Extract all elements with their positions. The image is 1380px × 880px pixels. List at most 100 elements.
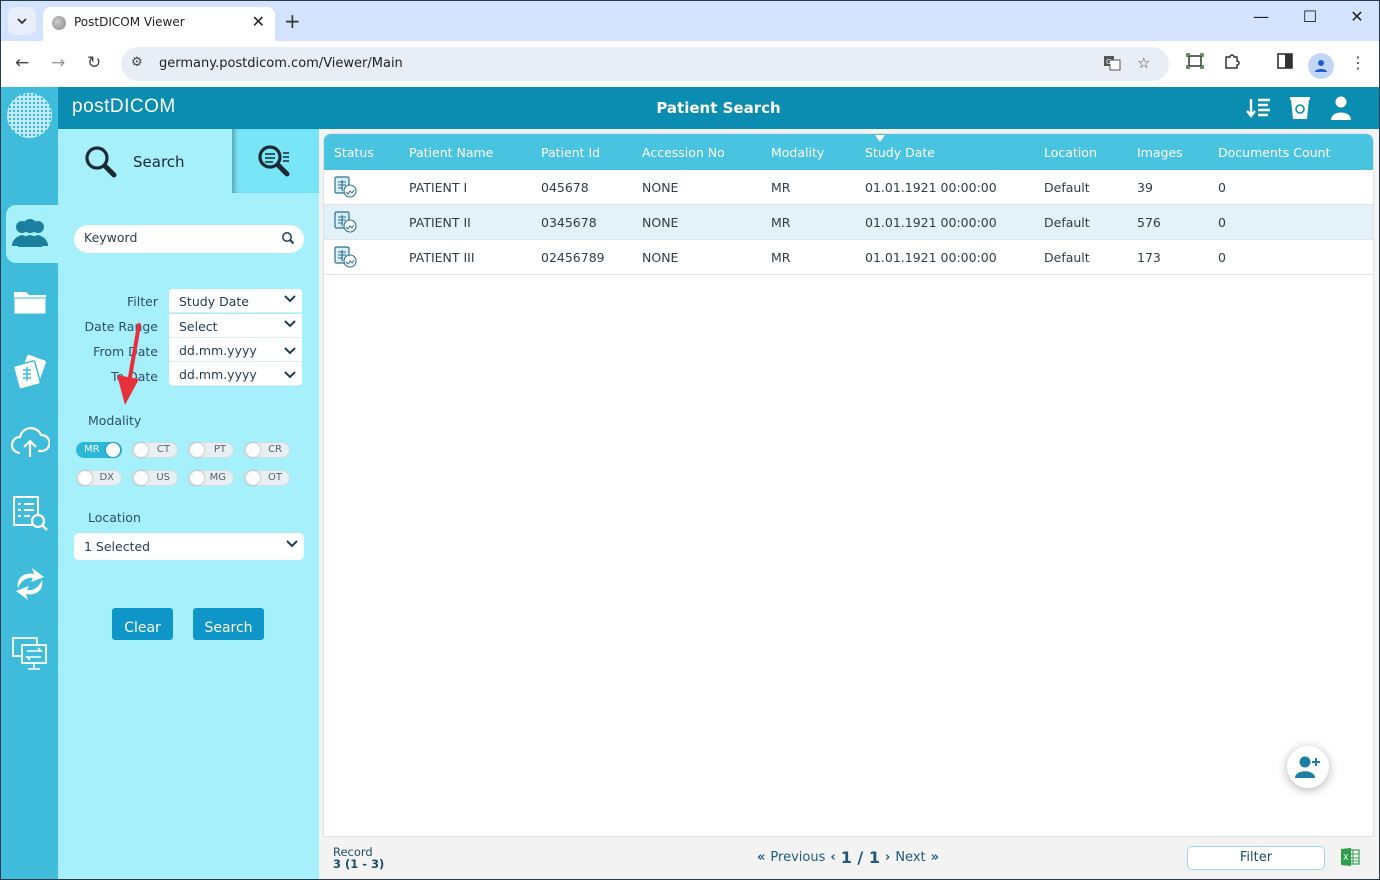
- site-info-icon[interactable]: ⚙: [131, 55, 143, 70]
- back-icon[interactable]: ←: [15, 53, 29, 73]
- col-patient-name[interactable]: Patient Name: [409, 145, 493, 160]
- maximize-icon[interactable]: ☐: [1290, 7, 1330, 26]
- filter-value: Study Date: [179, 294, 249, 309]
- monitor-transfer-icon: [12, 637, 47, 670]
- toggle-label: CR: [268, 444, 282, 455]
- to-date-label: To Date: [110, 369, 158, 384]
- screenshot-icon[interactable]: [1186, 53, 1204, 73]
- browser-toolbar: ← → ↻ ⚙ germany.postdicom.com/Viewer/Mai…: [1, 41, 1379, 87]
- tab-search-label: Search: [133, 153, 185, 171]
- cell-study-date: 01.01.1921 00:00:00: [865, 180, 997, 195]
- nav-search-list[interactable]: [9, 492, 51, 534]
- url-text[interactable]: germany.postdicom.com/Viewer/Main: [159, 56, 403, 71]
- search-button[interactable]: Search: [193, 608, 264, 640]
- to-date-input[interactable]: dd.mm.yyyy: [169, 362, 302, 386]
- results-area: Status Patient Name Patient Id Accession…: [319, 129, 1379, 879]
- tab-search-icon[interactable]: [8, 7, 36, 35]
- cell-documents-count: 0: [1218, 180, 1226, 195]
- close-icon[interactable]: ✕: [1337, 7, 1377, 26]
- modality-toggle-ot[interactable]: OT: [244, 470, 290, 486]
- modality-toggle-pt[interactable]: PT: [188, 442, 234, 458]
- modality-toggle-mr[interactable]: MR: [76, 442, 122, 458]
- chevron-down-icon: [286, 540, 298, 548]
- location-select[interactable]: 1 Selected: [74, 533, 304, 560]
- cards-icon: [12, 354, 46, 390]
- filter-button[interactable]: Filter: [1187, 846, 1325, 870]
- previous-link[interactable]: Previous: [770, 850, 825, 865]
- address-bar[interactable]: ⚙ germany.postdicom.com/Viewer/Main G ☆: [121, 47, 1169, 81]
- modality-toggle-ct[interactable]: CT: [132, 442, 178, 458]
- add-user-icon: [1295, 756, 1320, 778]
- excel-export-icon[interactable]: X: [1340, 847, 1360, 871]
- last-page-icon[interactable]: »: [931, 850, 939, 865]
- tab-search[interactable]: Search: [58, 129, 232, 193]
- new-tab-icon[interactable]: +: [284, 9, 301, 33]
- first-page-icon[interactable]: «: [757, 850, 765, 865]
- col-images[interactable]: Images: [1137, 145, 1183, 160]
- modality-toggle-cr[interactable]: CR: [244, 442, 290, 458]
- clear-button[interactable]: Clear: [112, 608, 173, 640]
- side-panel-icon[interactable]: [1277, 53, 1293, 73]
- col-status[interactable]: Status: [334, 145, 374, 160]
- keyword-search-field[interactable]: [74, 225, 304, 253]
- nav-upload[interactable]: [9, 421, 51, 463]
- add-patient-button[interactable]: [1287, 746, 1329, 788]
- col-patient-id[interactable]: Patient Id: [541, 145, 600, 160]
- menu-icon[interactable]: ⋮: [1350, 53, 1366, 72]
- report-status-icon[interactable]: [334, 176, 358, 198]
- col-modality[interactable]: Modality: [771, 145, 824, 160]
- page-title: Patient Search: [656, 99, 781, 117]
- modality-label: Modality: [88, 413, 142, 428]
- modality-toggle-us[interactable]: US: [132, 470, 178, 486]
- modality-toggle-mg[interactable]: MG: [188, 470, 234, 486]
- record-count: 3 (1 - 3): [333, 857, 385, 871]
- nav-folders[interactable]: [9, 281, 51, 323]
- prev-page-icon[interactable]: ‹: [830, 850, 835, 865]
- modality-toggle-dx[interactable]: DX: [76, 470, 122, 486]
- from-date-label: From Date: [93, 344, 158, 359]
- col-accession-no[interactable]: Accession No: [642, 145, 725, 160]
- browser-tab[interactable]: PostDICOM Viewer ✕: [43, 7, 275, 41]
- report-status-icon[interactable]: [334, 246, 358, 268]
- nav-studies[interactable]: [9, 351, 51, 393]
- filter-select[interactable]: Study Date: [169, 289, 302, 313]
- recycle-bin-icon[interactable]: [1286, 95, 1314, 121]
- table-row[interactable]: PATIENT I 045678 NONE MR 01.01.1921 00:00:00…: [324, 170, 1373, 205]
- date-range-select[interactable]: Select: [169, 314, 302, 338]
- user-icon[interactable]: [1327, 95, 1355, 121]
- col-study-date[interactable]: Study Date: [865, 145, 935, 160]
- nav-patients[interactable]: [9, 212, 51, 254]
- table-row[interactable]: PATIENT III 02456789 NONE MR 01.01.1921 00:0…: [324, 240, 1373, 275]
- next-link[interactable]: Next: [895, 850, 925, 865]
- from-date-input[interactable]: dd.mm.yyyy: [169, 338, 302, 362]
- sort-desc-icon: [875, 135, 885, 142]
- tab-advanced-search[interactable]: [232, 129, 319, 193]
- keyword-search-icon[interactable]: [281, 231, 295, 245]
- toggle-label: MR: [84, 444, 100, 455]
- nav-transfer[interactable]: [9, 632, 51, 674]
- cell-patient-id: 02456789: [541, 250, 605, 265]
- cell-modality: MR: [771, 180, 791, 195]
- patient-grid: Status Patient Name Patient Id Accession…: [323, 133, 1374, 837]
- next-page-icon[interactable]: ›: [885, 850, 890, 865]
- minimize-icon[interactable]: —: [1241, 7, 1281, 26]
- toggle-knob: [134, 443, 148, 457]
- sort-list-icon[interactable]: [1245, 95, 1273, 121]
- brand-logo[interactable]: postDICOM: [72, 96, 176, 118]
- bookmark-star-icon[interactable]: ☆: [1137, 54, 1150, 72]
- nav-sync[interactable]: [9, 563, 51, 605]
- forward-icon[interactable]: →: [51, 53, 65, 73]
- report-status-icon[interactable]: [334, 211, 358, 233]
- toggle-knob: [106, 443, 120, 457]
- reload-icon[interactable]: ↻: [87, 53, 101, 73]
- col-location[interactable]: Location: [1044, 145, 1097, 160]
- col-documents-count[interactable]: Documents Count: [1218, 145, 1330, 160]
- keyword-input[interactable]: [84, 230, 274, 245]
- translate-icon[interactable]: G: [1103, 54, 1121, 76]
- users-icon: [12, 219, 48, 247]
- favicon-icon: [52, 16, 66, 30]
- profile-icon[interactable]: [1308, 53, 1334, 79]
- table-row[interactable]: PATIENT II 0345678 NONE MR 01.01.1921 00:00:…: [324, 205, 1373, 240]
- extensions-icon[interactable]: [1223, 53, 1241, 75]
- close-tab-icon[interactable]: ✕: [252, 12, 265, 31]
